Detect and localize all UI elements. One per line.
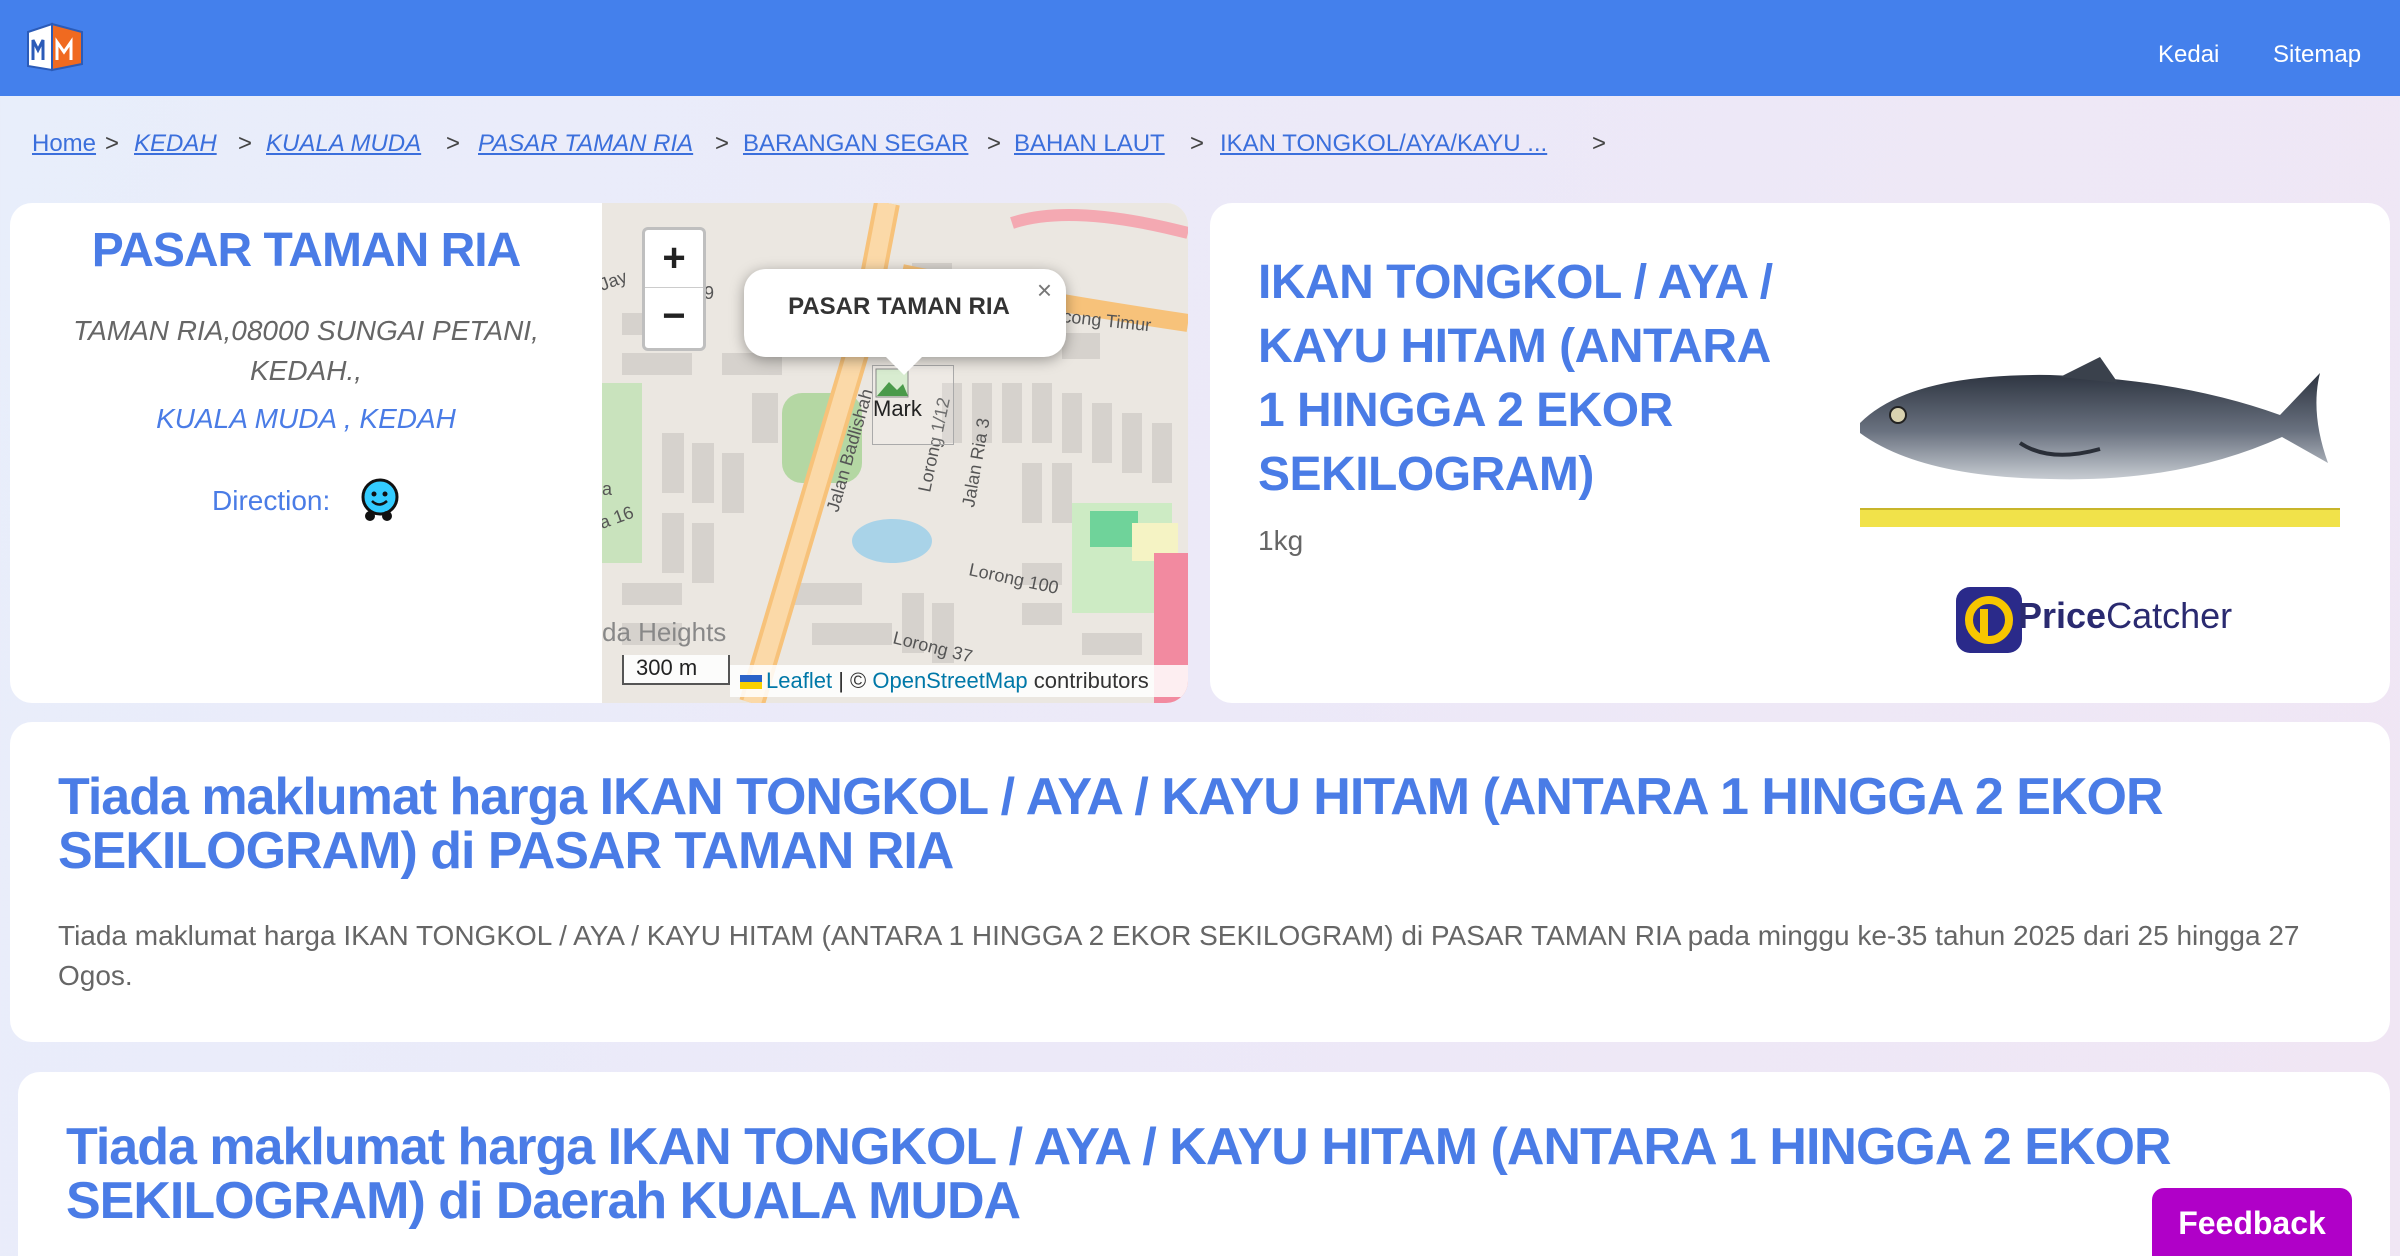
breadcrumb-separator: > bbox=[715, 130, 730, 157]
product-title: IKAN TONGKOL / AYA / KAYU HITAM (ANTARA … bbox=[1258, 256, 1773, 501]
pricecatcher-word-2: Catcher bbox=[2106, 595, 2233, 636]
breadcrumb-barangan-segar[interactable]: BARANGAN SEGAR bbox=[743, 127, 968, 161]
breadcrumb-kedah-label: KEDAH bbox=[134, 130, 217, 157]
shop-logo-icon[interactable] bbox=[24, 20, 86, 74]
attribution-separator: | © bbox=[838, 668, 867, 693]
price-info-body: Tiada maklumat harga IKAN TONGKOL / AYA … bbox=[58, 920, 2300, 991]
market-address: TAMAN RIA,08000 SUNGAI PETANI, KEDAH., bbox=[73, 315, 539, 386]
attribution-suffix: contributors bbox=[1033, 668, 1149, 693]
map-popup-tip bbox=[884, 355, 924, 375]
breadcrumb-pasar-taman-ria[interactable]: PASAR TAMAN RIA bbox=[478, 127, 693, 161]
map-marker[interactable]: Mark bbox=[872, 365, 954, 445]
breadcrumb: Home > KEDAH > KUALA MUDA > PASAR TAMAN … bbox=[32, 127, 2332, 167]
nav-sitemap-link[interactable]: Sitemap bbox=[2273, 38, 2361, 72]
zoom-in-button[interactable]: + bbox=[645, 230, 703, 288]
district-info-card: Tiada maklumat harga IKAN TONGKOL / AYA … bbox=[18, 1072, 2390, 1256]
breadcrumb-product[interactable]: IKAN TONGKOL/AYA/KAYU ... bbox=[1220, 127, 1547, 161]
pricecatcher-word-1: Price bbox=[2018, 595, 2107, 636]
breadcrumb-separator: > bbox=[1190, 130, 1205, 157]
market-name: PASAR TAMAN RIA bbox=[91, 224, 522, 277]
breadcrumb-pasar-label: PASAR TAMAN RIA bbox=[478, 130, 694, 157]
breadcrumb-kuala-muda[interactable]: KUALA MUDA bbox=[266, 127, 421, 161]
map-popup: PASAR TAMAN RIA × bbox=[744, 269, 1066, 375]
breadcrumb-home[interactable]: Home bbox=[32, 127, 96, 161]
breadcrumb-separator: > bbox=[238, 130, 253, 157]
marker-label: Mark bbox=[873, 396, 922, 421]
nav-kedai-link[interactable]: Kedai bbox=[2158, 38, 2219, 72]
map-scale: 300 m bbox=[622, 655, 730, 685]
price-info-card: Tiada maklumat harga IKAN TONGKOL / AYA … bbox=[10, 722, 2390, 1042]
breadcrumb-bahan-laut[interactable]: BAHAN LAUT bbox=[1014, 127, 1165, 161]
waze-icon[interactable] bbox=[356, 477, 402, 523]
ukraine-flag-icon bbox=[740, 675, 762, 689]
pricecatcher-icon bbox=[1956, 587, 2022, 653]
breadcrumb-separator: > bbox=[105, 130, 120, 157]
top-navbar: Kedai Sitemap bbox=[0, 0, 2400, 96]
map-attribution: Leaflet | © OpenStreetMap contributors bbox=[730, 665, 1188, 697]
market-card: PASAR TAMAN RIA TAMAN RIA,08000 SUNGAI P… bbox=[10, 203, 1188, 703]
product-card: IKAN TONGKOL / AYA / KAYU HITAM (ANTARA … bbox=[1210, 203, 2390, 703]
breadcrumb-separator: > bbox=[446, 130, 461, 157]
market-region: KUALA MUDA , KEDAH bbox=[156, 403, 456, 434]
tuna-fish-image bbox=[1860, 357, 2340, 527]
breadcrumb-separator: > bbox=[1592, 130, 1607, 157]
osm-link[interactable]: OpenStreetMap bbox=[872, 668, 1027, 693]
zoom-out-button[interactable]: − bbox=[645, 288, 703, 346]
svg-text:da Heights: da Heights bbox=[602, 617, 726, 647]
feedback-button[interactable]: Feedback bbox=[2152, 1188, 2352, 1256]
close-icon[interactable]: × bbox=[1037, 275, 1052, 306]
pricecatcher-logo: PriceCatcher bbox=[1956, 587, 2236, 657]
breadcrumb-kedah[interactable]: KEDAH bbox=[134, 127, 217, 161]
map-popup-label: PASAR TAMAN RIA bbox=[788, 293, 1010, 320]
price-info-title: Tiada maklumat harga IKAN TONGKOL / AYA … bbox=[58, 768, 2164, 880]
breadcrumb-kuala-muda-label: KUALA MUDA bbox=[266, 130, 422, 157]
breadcrumb-separator: > bbox=[987, 130, 1002, 157]
leaflet-link[interactable]: Leaflet bbox=[766, 668, 832, 693]
direction-label: Direction: bbox=[212, 485, 331, 516]
district-info-title: Tiada maklumat harga IKAN TONGKOL / AYA … bbox=[66, 1118, 2172, 1230]
svg-text:a: a bbox=[602, 479, 613, 499]
product-unit: 1kg bbox=[1258, 525, 1304, 556]
map-zoom-control: + − bbox=[642, 227, 706, 351]
